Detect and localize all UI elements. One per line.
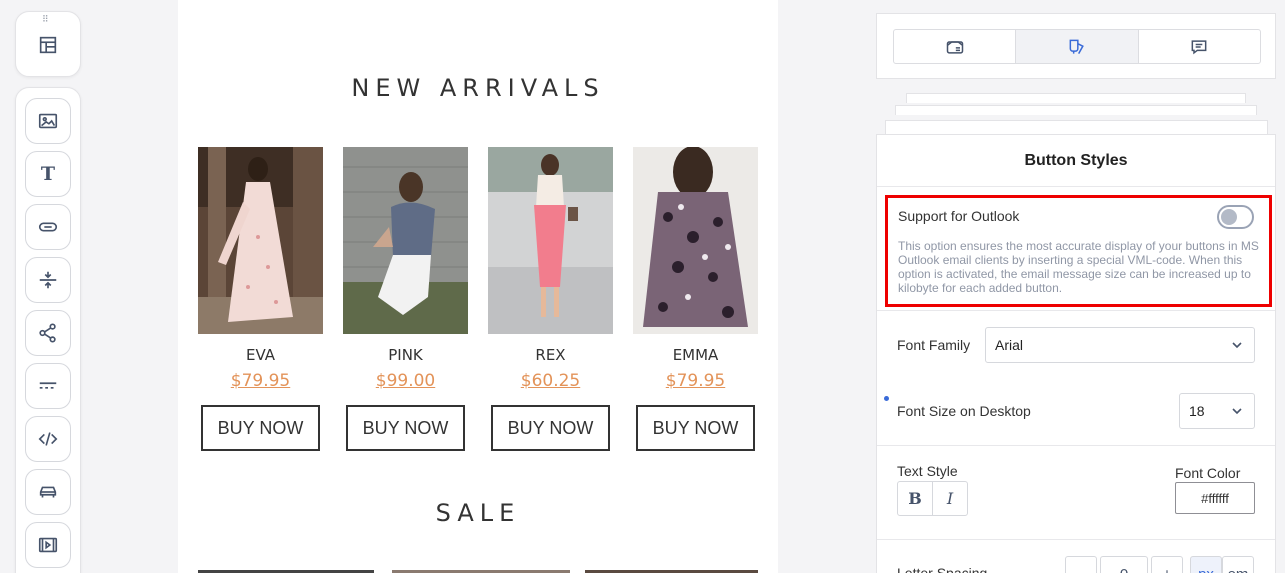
spacer-block-button[interactable] (25, 257, 71, 303)
button-styles-panel: Button Styles Support for Outlook This o… (876, 134, 1276, 573)
font-size-value: 18 (1189, 403, 1205, 419)
product-image[interactable] (488, 147, 613, 334)
product-card[interactable]: REX $60.25 (488, 147, 613, 393)
text-block-button[interactable]: T (25, 151, 71, 197)
outlook-support-label: Support for Outlook (898, 208, 1020, 224)
product-image[interactable] (198, 147, 323, 334)
font-family-row: Font Family Arial (877, 310, 1275, 380)
product-name: EVA (245, 346, 276, 364)
italic-button[interactable]: I (933, 482, 967, 515)
text-icon: T (40, 163, 56, 185)
bold-button[interactable]: B (898, 482, 933, 515)
font-family-label: Font Family (897, 337, 971, 353)
outlook-support-description: This option ensures the most accurate di… (898, 239, 1259, 295)
html-block-button[interactable] (25, 416, 71, 462)
section-title-new-arrivals: NEW ARRIVALS (351, 74, 605, 102)
spacer-icon (39, 271, 57, 289)
product-card[interactable]: PINK $99.00 (343, 147, 468, 393)
product-image[interactable] (343, 147, 468, 334)
product-image[interactable] (633, 147, 758, 334)
font-color-label: Font Color (1175, 465, 1241, 481)
image-icon (38, 113, 58, 129)
text-style-buttons: B I (897, 481, 968, 516)
settings-tabs-card (876, 13, 1276, 79)
letter-spacing-label: Letter Spacing (897, 565, 988, 573)
text-style-row: Text Style B I Font Color #ffffff (877, 445, 1275, 539)
stacked-card (895, 105, 1257, 115)
buy-now-button[interactable]: BUY NOW (636, 405, 755, 451)
email-editor: ⠿ T NEW ARRIVALS EVA $79.95 PINK $99.00 … (0, 0, 1285, 573)
layout-icon[interactable] (36, 33, 60, 57)
font-family-select[interactable]: Arial (985, 327, 1255, 363)
buy-now-button[interactable]: BUY NOW (201, 405, 320, 451)
increase-button[interactable]: + (1151, 556, 1183, 573)
video-block-button[interactable] (25, 522, 71, 568)
font-color-input[interactable]: #ffffff (1175, 482, 1255, 514)
stacked-card (906, 93, 1246, 103)
buy-now-button[interactable]: BUY NOW (491, 405, 610, 451)
menu-block-button[interactable] (25, 469, 71, 515)
unit-px-button[interactable]: px (1190, 556, 1222, 573)
product-name: PINK (388, 346, 423, 364)
outlook-support-toggle[interactable] (1217, 205, 1254, 229)
code-icon (38, 432, 58, 446)
outlook-support-section: Support for Outlook This option ensures … (885, 195, 1272, 307)
email-canvas[interactable]: NEW ARRIVALS EVA $79.95 PINK $99.00 REX … (178, 0, 778, 573)
product-price[interactable]: $99.00 (343, 371, 468, 393)
drag-grip-icon[interactable]: ⠿ (42, 15, 50, 24)
font-family-value: Arial (995, 337, 1024, 353)
block-toolbar: T (15, 87, 81, 573)
social-block-button[interactable] (25, 310, 71, 356)
image-block-button[interactable] (25, 98, 71, 144)
divider-block-button[interactable] (25, 363, 71, 409)
divider-icon (39, 382, 57, 389)
product-card[interactable]: EVA $79.95 (198, 147, 323, 393)
tab-styles[interactable] (1016, 30, 1139, 63)
section-title-sale: SALE (435, 499, 521, 527)
product-name: REX (535, 346, 566, 364)
unit-em-button[interactable]: em (1222, 556, 1254, 573)
modified-indicator (884, 396, 889, 401)
product-name: EMMA (672, 346, 719, 364)
rail-header: ⠿ (15, 11, 81, 77)
chevron-down-icon (1232, 408, 1242, 415)
product-card[interactable]: EMMA $79.95 (633, 147, 758, 393)
tab-content[interactable] (894, 30, 1017, 63)
decrease-button[interactable]: − (1065, 556, 1097, 573)
video-icon (38, 537, 58, 553)
buy-now-button[interactable]: BUY NOW (346, 405, 465, 451)
font-size-row: Font Size on Desktop 18 (877, 380, 1275, 445)
settings-tabs (893, 29, 1261, 64)
product-price[interactable]: $79.95 (633, 371, 758, 393)
button-block-button[interactable] (25, 204, 71, 250)
tab-comments[interactable] (1139, 30, 1260, 63)
letter-spacing-input[interactable]: 0 (1100, 556, 1148, 573)
stacked-card (885, 120, 1268, 134)
panel-title: Button Styles (877, 135, 1275, 187)
product-price[interactable]: $79.95 (198, 371, 323, 393)
comment-icon (1191, 39, 1207, 54)
style-icon (1069, 39, 1084, 54)
button-icon (38, 222, 58, 232)
font-size-label: Font Size on Desktop (897, 403, 1031, 419)
letter-spacing-row: Letter Spacing − 0 + px em (877, 539, 1275, 573)
font-size-select[interactable]: 18 (1179, 393, 1255, 429)
car-icon (39, 486, 57, 498)
share-icon (39, 323, 56, 343)
product-price[interactable]: $60.25 (488, 371, 613, 393)
content-icon (946, 40, 963, 54)
chevron-down-icon (1232, 342, 1242, 349)
text-style-label: Text Style (897, 463, 958, 479)
